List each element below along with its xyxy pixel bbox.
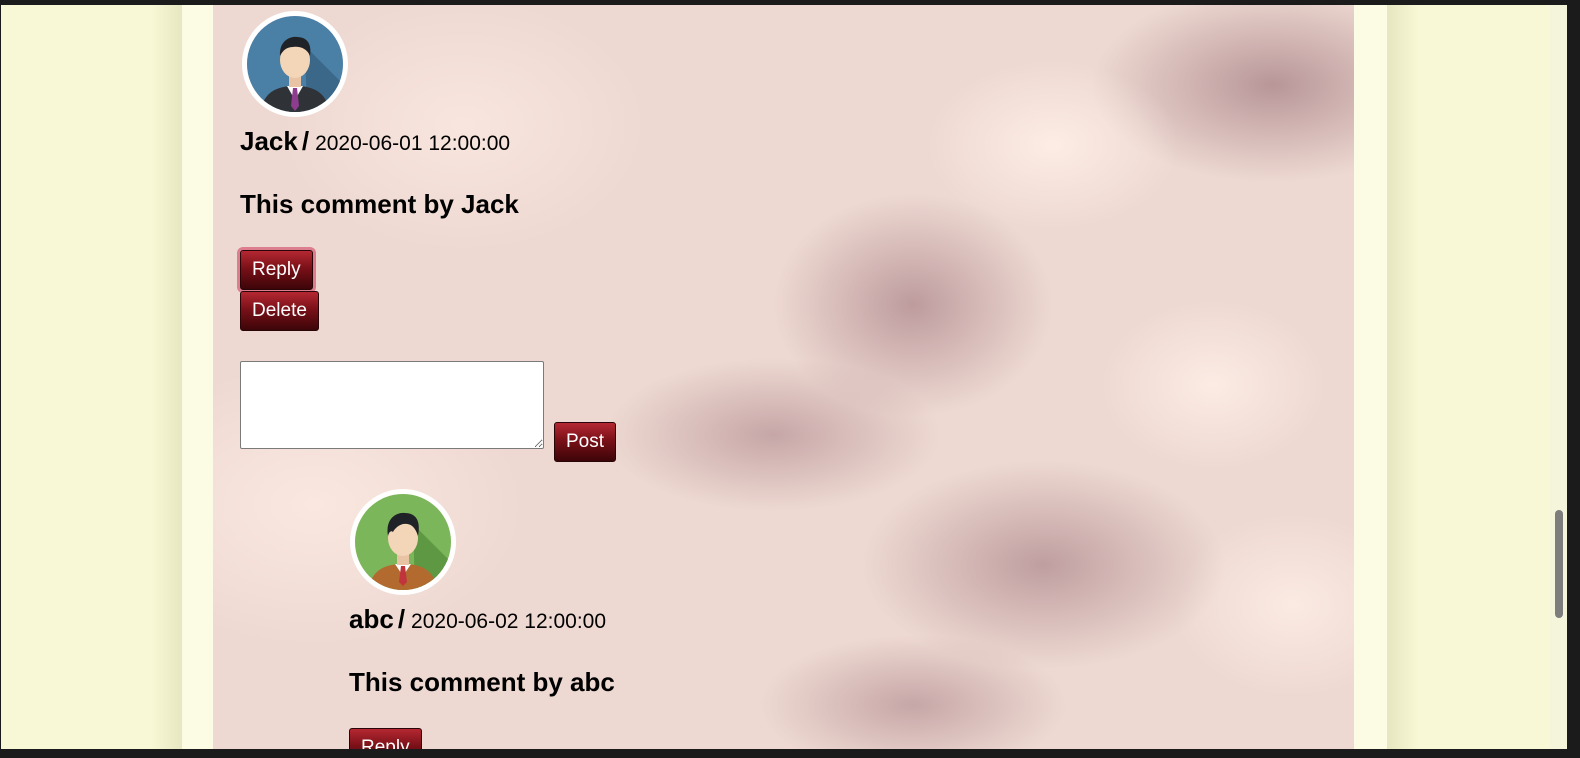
comment-author: abc	[349, 604, 394, 634]
comments-panel: Jack/2020-06-01 12:00:00 This comment by…	[213, 5, 1354, 749]
page-viewport: Jack/2020-06-01 12:00:00 This comment by…	[1, 5, 1567, 749]
comment-timestamp: 2020-06-02 12:00:00	[411, 610, 607, 633]
page-shadow-left	[151, 5, 183, 749]
reply-button[interactable]: Reply	[349, 728, 422, 749]
meta-separator: /	[397, 604, 406, 634]
male-avatar-icon	[355, 494, 451, 590]
comment-text: This comment by abc	[349, 667, 615, 697]
scrollbar-track[interactable]	[1550, 5, 1567, 749]
scrollbar-thumb[interactable]	[1555, 510, 1563, 618]
comment-meta: abc/2020-06-02 12:00:00	[349, 604, 606, 635]
page-shadow-right	[1387, 5, 1419, 749]
avatar	[350, 489, 456, 595]
nested-comment-item: abc/2020-06-02 12:00:00 This comment by …	[213, 5, 1354, 749]
